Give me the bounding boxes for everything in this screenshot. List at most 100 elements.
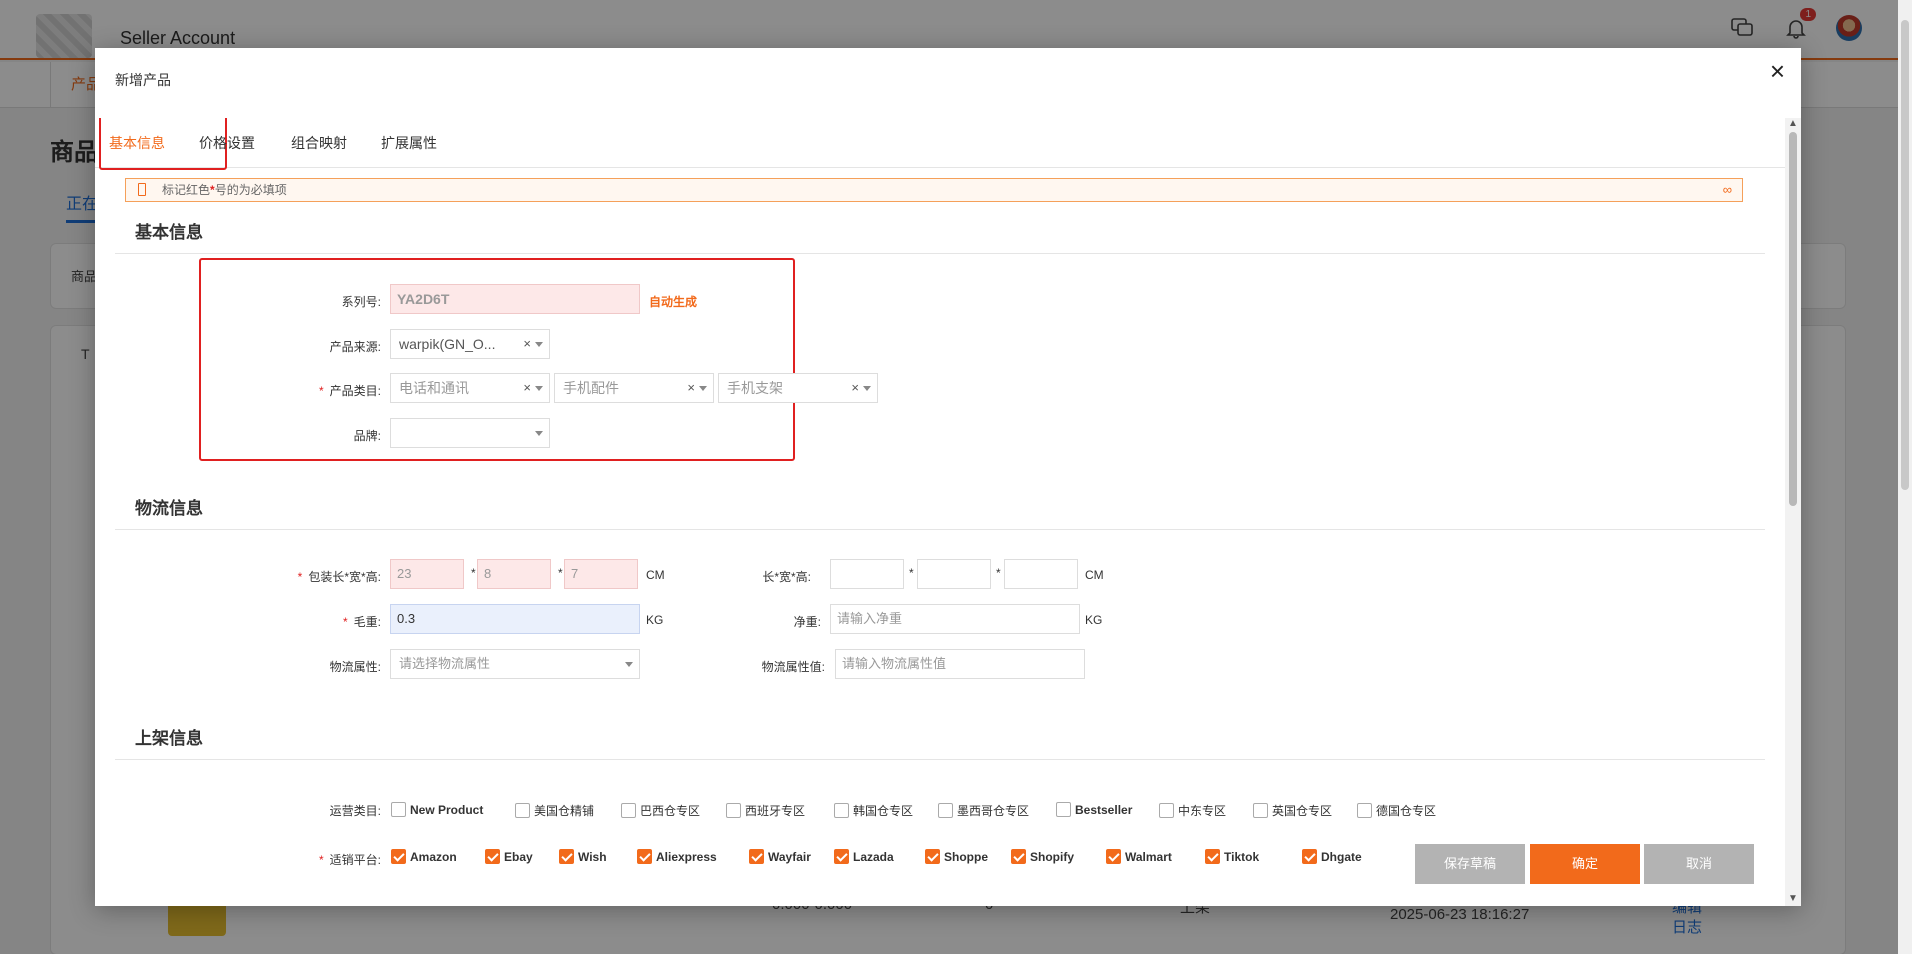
checkbox-checked-icon[interactable]: [391, 849, 406, 864]
chevron-down-icon: [535, 386, 543, 391]
checkbox-icon[interactable]: [834, 803, 849, 818]
checkbox-item[interactable]: Wish: [559, 849, 607, 864]
checkbox-label: Walmart: [1125, 849, 1172, 864]
tab-basic-info[interactable]: 基本信息: [99, 118, 227, 170]
checkbox-item[interactable]: Amazon: [391, 849, 457, 864]
category-select-2[interactable]: 手机配件 ×: [554, 373, 714, 403]
checkbox-checked-icon[interactable]: [749, 849, 764, 864]
save-draft-button[interactable]: 保存草稿: [1415, 844, 1525, 884]
gross-weight-input[interactable]: 0.3: [390, 604, 640, 634]
checkbox-checked-icon[interactable]: [1302, 849, 1317, 864]
checkbox-label: 韩国仓专区: [853, 804, 914, 818]
checkbox-icon[interactable]: [1159, 803, 1174, 818]
checkbox-item[interactable]: 西班牙专区: [726, 802, 805, 819]
chevron-down-icon: [535, 431, 543, 436]
confirm-button[interactable]: 确定: [1530, 844, 1640, 884]
checkbox-checked-icon[interactable]: [559, 849, 574, 864]
clear-icon[interactable]: ×: [851, 374, 859, 402]
checkbox-checked-icon[interactable]: [834, 849, 849, 864]
length-input[interactable]: [830, 559, 904, 589]
checkbox-icon[interactable]: [621, 803, 636, 818]
checkbox-icon[interactable]: [391, 802, 406, 817]
checkbox-item[interactable]: 英国仓专区: [1253, 802, 1332, 819]
brand-select[interactable]: [390, 418, 550, 448]
clear-icon[interactable]: ×: [687, 374, 695, 402]
tab-extended-attributes[interactable]: 扩展属性: [381, 118, 437, 168]
times-sep: *: [471, 566, 476, 580]
checkbox-item[interactable]: Ebay: [485, 849, 533, 864]
clear-icon[interactable]: ×: [523, 330, 531, 358]
logistics-attr-placeholder: 请选择物流属性: [399, 656, 491, 671]
modal-content: 基本信息 价格设置 组合映射 扩展属性 标记红色*号的为必填项 ∞ 基本信息 系…: [95, 118, 1785, 906]
package-width-input[interactable]: 8: [477, 559, 551, 589]
checkbox-item[interactable]: Aliexpress: [637, 849, 717, 864]
checkbox-item[interactable]: Shoppe: [925, 849, 988, 864]
modal-body: 基本信息 价格设置 组合映射 扩展属性 标记红色*号的为必填项 ∞ 基本信息 系…: [95, 118, 1785, 906]
checkbox-icon[interactable]: [938, 803, 953, 818]
scroll-up-icon[interactable]: ▲: [1788, 118, 1798, 129]
modal-scrollbar-thumb[interactable]: [1789, 132, 1797, 506]
checkbox-label: Tiktok: [1224, 849, 1260, 864]
cancel-button[interactable]: 取消: [1644, 844, 1754, 884]
auto-generate-link[interactable]: 自动生成: [649, 293, 697, 310]
divider: [115, 253, 1765, 254]
checkbox-item[interactable]: Tiktok: [1205, 849, 1259, 864]
checkbox-label: 中东专区: [1178, 804, 1227, 818]
category-select-3[interactable]: 手机支架 ×: [718, 373, 878, 403]
checkbox-label: Ebay: [504, 849, 533, 864]
checkbox-label: 西班牙专区: [745, 804, 806, 818]
checkbox-item[interactable]: Shopify: [1011, 849, 1074, 864]
add-product-modal: 新增产品 × 基本信息 价格设置 组合映射 扩展属性 标记红色*号的为必填项 ∞: [95, 48, 1801, 906]
section-title-basic: 基本信息: [135, 223, 203, 242]
close-icon[interactable]: ×: [1770, 58, 1785, 84]
checkbox-icon[interactable]: [1056, 802, 1071, 817]
modal-scrollbar[interactable]: ▲ ▼: [1785, 118, 1801, 906]
checkbox-checked-icon[interactable]: [1106, 849, 1121, 864]
checkbox-icon[interactable]: [1357, 803, 1372, 818]
width-input[interactable]: [917, 559, 991, 589]
checkbox-label: Dhgate: [1321, 849, 1362, 864]
checkbox-item[interactable]: New Product: [391, 802, 483, 817]
checkbox-icon[interactable]: [515, 803, 530, 818]
checkbox-item[interactable]: Lazada: [834, 849, 894, 864]
clear-icon[interactable]: ×: [523, 374, 531, 402]
page-scrollbar[interactable]: [1898, 0, 1912, 954]
checkbox-item[interactable]: Dhgate: [1302, 849, 1362, 864]
category-value-1: 电话和通讯: [399, 380, 469, 396]
checkbox-checked-icon[interactable]: [637, 849, 652, 864]
logistics-attr-value-input[interactable]: 请输入物流属性值: [835, 649, 1085, 679]
checkbox-label: New Product: [410, 802, 484, 817]
checkbox-checked-icon[interactable]: [485, 849, 500, 864]
checkbox-checked-icon[interactable]: [925, 849, 940, 864]
checkbox-checked-icon[interactable]: [1011, 849, 1026, 864]
source-select[interactable]: warpik(GN_O... ×: [390, 329, 550, 359]
checkbox-label: 德国仓专区: [1376, 804, 1437, 818]
package-length-input[interactable]: 23: [390, 559, 464, 589]
tab-price-settings[interactable]: 价格设置: [199, 118, 255, 168]
height-input[interactable]: [1004, 559, 1078, 589]
checkbox-item[interactable]: 中东专区: [1159, 802, 1226, 819]
logistics-attr-select[interactable]: 请选择物流属性: [390, 649, 640, 679]
page-scrollbar-thumb[interactable]: [1901, 20, 1909, 490]
net-weight-label: 净重:: [793, 615, 821, 629]
checkbox-item[interactable]: Bestseller: [1056, 802, 1132, 817]
category-select-1[interactable]: 电话和通讯 ×: [390, 373, 550, 403]
checkbox-checked-icon[interactable]: [1205, 849, 1220, 864]
checkbox-item[interactable]: 巴西仓专区: [621, 802, 700, 819]
checkbox-icon[interactable]: [726, 803, 741, 818]
checkbox-item[interactable]: Walmart: [1106, 849, 1172, 864]
modal-title: 新增产品: [115, 72, 171, 88]
checkbox-icon[interactable]: [1253, 803, 1268, 818]
package-height-input[interactable]: 7: [564, 559, 638, 589]
checkbox-label: Aliexpress: [656, 849, 717, 864]
scroll-down-icon[interactable]: ▼: [1788, 893, 1798, 904]
checkbox-item[interactable]: 墨西哥仓专区: [938, 802, 1029, 819]
checkbox-item[interactable]: 韩国仓专区: [834, 802, 913, 819]
checkbox-item[interactable]: 美国仓精铺: [515, 802, 594, 819]
checkbox-item[interactable]: Wayfair: [749, 849, 811, 864]
checkbox-item[interactable]: 德国仓专区: [1357, 802, 1436, 819]
tab-bar: 基本信息 价格设置 组合映射 扩展属性: [95, 118, 1785, 170]
net-weight-input[interactable]: 请输入净重: [830, 604, 1080, 634]
chevron-down-icon: [625, 662, 633, 667]
tab-combo-mapping[interactable]: 组合映射: [291, 118, 347, 168]
